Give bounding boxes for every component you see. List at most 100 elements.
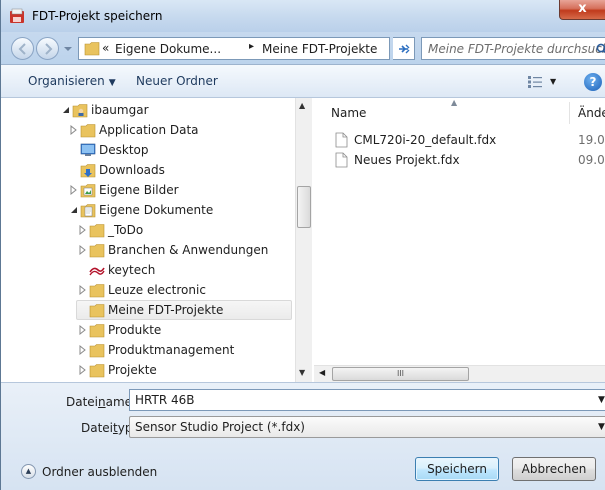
documents-icon	[80, 204, 96, 218]
column-divider[interactable]	[569, 102, 570, 124]
address-overflow[interactable]: «	[102, 41, 109, 55]
sort-ascending-icon: ▲	[451, 98, 458, 107]
cancel-button[interactable]: Abbrechen	[512, 457, 596, 481]
history-dropdown-icon[interactable]	[63, 44, 73, 54]
tree-item-produktmanagement[interactable]: Produktmanagement	[76, 340, 289, 360]
folder-icon	[84, 42, 100, 56]
user-folder-icon	[72, 104, 88, 118]
folder-icon	[89, 344, 105, 358]
chevron-down-icon[interactable]: ▼	[598, 395, 605, 405]
tree-item-downloads[interactable]: Downloads	[67, 160, 289, 180]
back-button[interactable]	[11, 37, 34, 60]
file-name: CML720i-20_default.fdx	[354, 133, 497, 147]
tree-item-eigene-dokumente[interactable]: Eigene Dokumente	[67, 200, 289, 220]
expand-triangle-icon[interactable]	[79, 325, 87, 335]
view-options-icon[interactable]	[527, 75, 543, 89]
command-bar: Organisieren ▼ Neuer Ordner ▼ ?	[1, 64, 605, 98]
column-header-date[interactable]: Ände	[578, 106, 605, 120]
save-form: Dateiname: HRTR 46B ▼ Dateityp: Sensor S…	[1, 382, 605, 490]
tree-item-application-data[interactable]: Application Data	[67, 120, 289, 140]
scroll-up-icon[interactable]: ▲	[299, 101, 305, 110]
organize-label: Organisieren	[28, 74, 105, 88]
filetype-label-part: Datei	[81, 421, 114, 435]
chevron-down-icon: ▼	[108, 78, 116, 88]
downloads-icon	[80, 164, 96, 178]
scroll-thumb[interactable]: III	[332, 367, 469, 381]
expand-triangle-icon[interactable]	[70, 185, 78, 195]
refresh-icon	[399, 44, 411, 56]
back-arrow-icon	[18, 43, 26, 55]
column-header-name[interactable]: Name	[331, 106, 366, 120]
tree-item-eigene-bilder[interactable]: Eigene Bilder	[67, 180, 289, 200]
expand-triangle-icon[interactable]	[79, 345, 87, 355]
filetype-value: Sensor Studio Project (*.fdx)	[135, 420, 305, 434]
folder-icon	[89, 324, 105, 338]
forward-arrow-icon	[45, 43, 53, 55]
file-icon	[335, 132, 348, 148]
tree-scrollbar[interactable]: ▲ ▼	[295, 98, 312, 382]
filename-field[interactable]: HRTR 46B ▼	[129, 389, 605, 411]
folder-icon	[89, 224, 105, 238]
tree-label: Application Data	[99, 123, 199, 137]
folder-icon	[89, 364, 105, 378]
scroll-thumb[interactable]	[297, 186, 311, 228]
expand-triangle-icon[interactable]	[79, 225, 87, 235]
tree-label: Eigene Bilder	[99, 183, 179, 197]
new-folder-button[interactable]: Neuer Ordner	[136, 74, 218, 88]
collapse-triangle-icon[interactable]	[62, 105, 70, 115]
tree-item-produkte[interactable]: Produkte	[76, 320, 289, 340]
chevron-down-icon[interactable]: ▼	[598, 422, 605, 432]
tree-label: keytech	[108, 263, 156, 277]
file-date: 09.07	[578, 153, 605, 167]
breadcrumb-eigene-dokumente[interactable]: Eigene Dokume...	[115, 42, 221, 56]
tree-item-meine-fdt-projekte[interactable]: Meine FDT-Projekte	[76, 300, 292, 320]
tree-item-todo[interactable]: _ToDo	[76, 220, 289, 240]
filetype-select[interactable]: Sensor Studio Project (*.fdx) ▼	[129, 416, 605, 438]
search-icon[interactable]	[596, 43, 605, 55]
title-bar: FDT-Projekt speichern x	[1, 0, 605, 32]
tree-label: Leuze electronic	[108, 283, 206, 297]
desktop-icon	[80, 143, 96, 156]
scroll-left-icon[interactable]: ◀	[319, 368, 325, 377]
folder-icon	[89, 284, 105, 298]
expand-triangle-icon[interactable]	[70, 125, 78, 135]
tree-item-branchen-anwendungen[interactable]: Branchen & Anwendungen	[76, 240, 289, 260]
folder-icon	[80, 124, 96, 138]
file-name: Neues Projekt.fdx	[354, 153, 460, 167]
file-list-scrollbar[interactable]: ◀ III	[314, 365, 605, 382]
search-input[interactable]: Meine FDT-Projekte durchsuch...	[421, 37, 605, 60]
save-dialog: FDT-Projekt speichern x « Eigene Dokume.…	[0, 0, 605, 490]
save-button[interactable]: Speichern	[415, 457, 499, 481]
tree-item-ibaumgar[interactable]: ibaumgar	[59, 100, 289, 120]
tree-item-desktop[interactable]: Desktop	[67, 140, 289, 160]
tree-label: Produktmanagement	[108, 343, 235, 357]
view-dropdown-icon[interactable]: ▼	[550, 77, 556, 86]
file-row[interactable]: Neues Projekt.fdx 09.07	[331, 150, 605, 170]
scroll-down-icon[interactable]: ▼	[299, 368, 305, 377]
expand-triangle-icon[interactable]	[79, 285, 87, 295]
tree-label: Projekte	[108, 363, 157, 377]
forward-button[interactable]	[36, 37, 59, 60]
tree-item-projekte[interactable]: Projekte	[76, 360, 289, 380]
file-list-pane: ▲ Name Ände CML720i-20_default.fdx 19.03…	[314, 98, 605, 382]
tree-label: ibaumgar	[91, 103, 149, 117]
refresh-button[interactable]	[393, 37, 415, 60]
file-row[interactable]: CML720i-20_default.fdx 19.03	[331, 130, 605, 150]
expand-triangle-icon[interactable]	[79, 245, 87, 255]
expand-triangle-icon[interactable]	[79, 365, 87, 375]
breadcrumb-separator-icon[interactable]: ▸	[249, 41, 254, 52]
tree-item-keytech[interactable]: keytech	[76, 260, 289, 280]
tree-label: Downloads	[99, 163, 165, 177]
organize-button[interactable]: Organisieren ▼	[28, 74, 116, 88]
app-icon	[10, 8, 24, 23]
address-bar[interactable]: « Eigene Dokume... ▸ Meine FDT-Projekte	[78, 37, 453, 60]
tree-label: Desktop	[99, 143, 149, 157]
tree-label: _ToDo	[108, 223, 144, 237]
filename-value: HRTR 46B	[135, 393, 195, 407]
search-placeholder: Meine FDT-Projekte durchsuch...	[428, 42, 605, 56]
collapse-triangle-icon[interactable]	[70, 205, 78, 215]
help-button[interactable]: ?	[584, 73, 602, 91]
close-button[interactable]: x	[559, 0, 605, 20]
breadcrumb-meine-fdt-projekte[interactable]: Meine FDT-Projekte	[262, 42, 377, 56]
tree-item-leuze-electronic[interactable]: Leuze electronic	[76, 280, 289, 300]
